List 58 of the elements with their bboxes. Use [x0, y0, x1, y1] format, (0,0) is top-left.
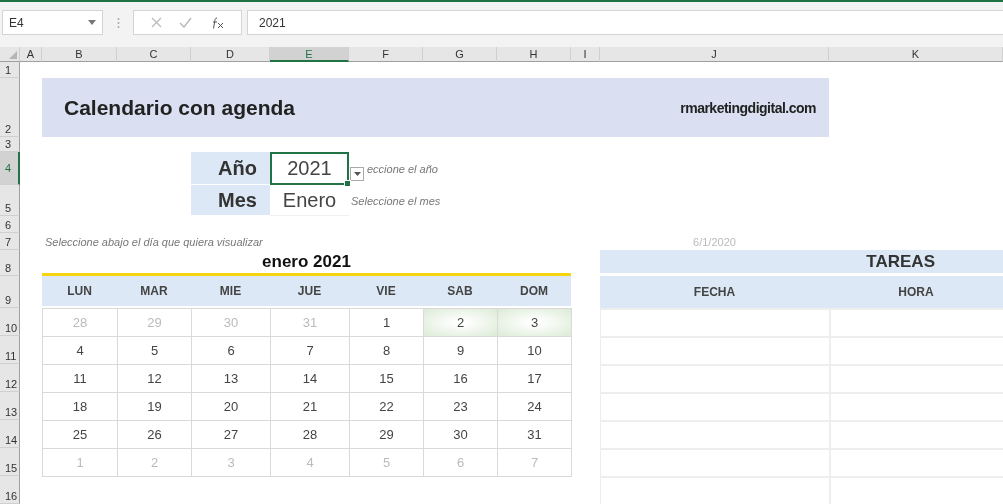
- day-cell[interactable]: 2: [423, 308, 498, 337]
- row-header[interactable]: 14: [0, 420, 20, 448]
- column-header: HORA: [829, 276, 1003, 308]
- column-header[interactable]: D: [191, 47, 270, 62]
- weekday-header: VIE: [349, 276, 423, 308]
- column-header[interactable]: F: [349, 47, 423, 62]
- function-icon[interactable]: [210, 16, 225, 29]
- weekday-header: JUE: [270, 276, 349, 308]
- check-icon[interactable]: [179, 17, 193, 28]
- row-header[interactable]: 3: [0, 137, 20, 152]
- sheet-title: Calendario con agenda: [64, 95, 296, 120]
- grip-icon: [117, 17, 120, 29]
- weekday-header: SAB: [423, 276, 497, 308]
- row-header[interactable]: 1: [0, 62, 20, 78]
- row-header[interactable]: 11: [0, 336, 20, 364]
- cell-value[interactable]: Enero: [270, 185, 349, 216]
- caret-icon[interactable]: [88, 20, 96, 25]
- row-header[interactable]: 16: [0, 476, 20, 504]
- dropdown-button[interactable]: [350, 166, 364, 181]
- row-header[interactable]: 12: [0, 364, 20, 392]
- row-header[interactable]: 9: [0, 276, 20, 308]
- row-header[interactable]: 15: [0, 448, 20, 476]
- weekday-header: LUN: [42, 276, 117, 308]
- column-header[interactable]: G: [423, 47, 497, 62]
- row-header[interactable]: 4: [0, 152, 20, 185]
- column-header: FECHA: [600, 276, 829, 308]
- column-header[interactable]: K: [829, 47, 1003, 62]
- column-header[interactable]: E: [270, 47, 349, 62]
- cell-value[interactable]: 2021: [270, 152, 349, 185]
- cell-reference: E4: [9, 15, 24, 30]
- row-header[interactable]: 8: [0, 250, 20, 276]
- weekday-header: MIE: [191, 276, 270, 308]
- website-text: rmarketingdigital.com: [680, 99, 816, 116]
- row-header[interactable]: 6: [0, 216, 20, 233]
- table-title: TAREAS: [600, 250, 1003, 276]
- day-cell[interactable]: 3: [497, 308, 572, 337]
- hint-text: eccione el año: [366, 162, 438, 175]
- weekday-header: MAR: [117, 276, 191, 308]
- row-header[interactable]: 7: [0, 233, 20, 250]
- column-header[interactable]: H: [497, 47, 571, 62]
- field-label: Año: [191, 152, 270, 185]
- column-header[interactable]: B: [42, 47, 117, 62]
- formula-bar[interactable]: 2021: [247, 10, 1003, 35]
- column-header[interactable]: J: [600, 47, 829, 62]
- column-header[interactable]: I: [571, 47, 600, 62]
- date-text: 6/1/2020: [692, 234, 737, 250]
- column-header[interactable]: C: [117, 47, 191, 62]
- row-header[interactable]: 5: [0, 185, 20, 216]
- field-label: Mes: [191, 185, 270, 216]
- hint-text: Seleccione el mes: [350, 194, 441, 207]
- column-header[interactable]: A: [20, 47, 42, 62]
- row-header[interactable]: 10: [0, 308, 20, 336]
- caret-icon[interactable]: [353, 171, 361, 176]
- row-header[interactable]: 13: [0, 392, 20, 420]
- row-header[interactable]: 2: [0, 78, 20, 137]
- weekday-header: DOM: [497, 276, 571, 308]
- name-box[interactable]: E4: [2, 10, 103, 35]
- hint-text: Seleccione abajo el día que quiera visualizar: [44, 234, 264, 250]
